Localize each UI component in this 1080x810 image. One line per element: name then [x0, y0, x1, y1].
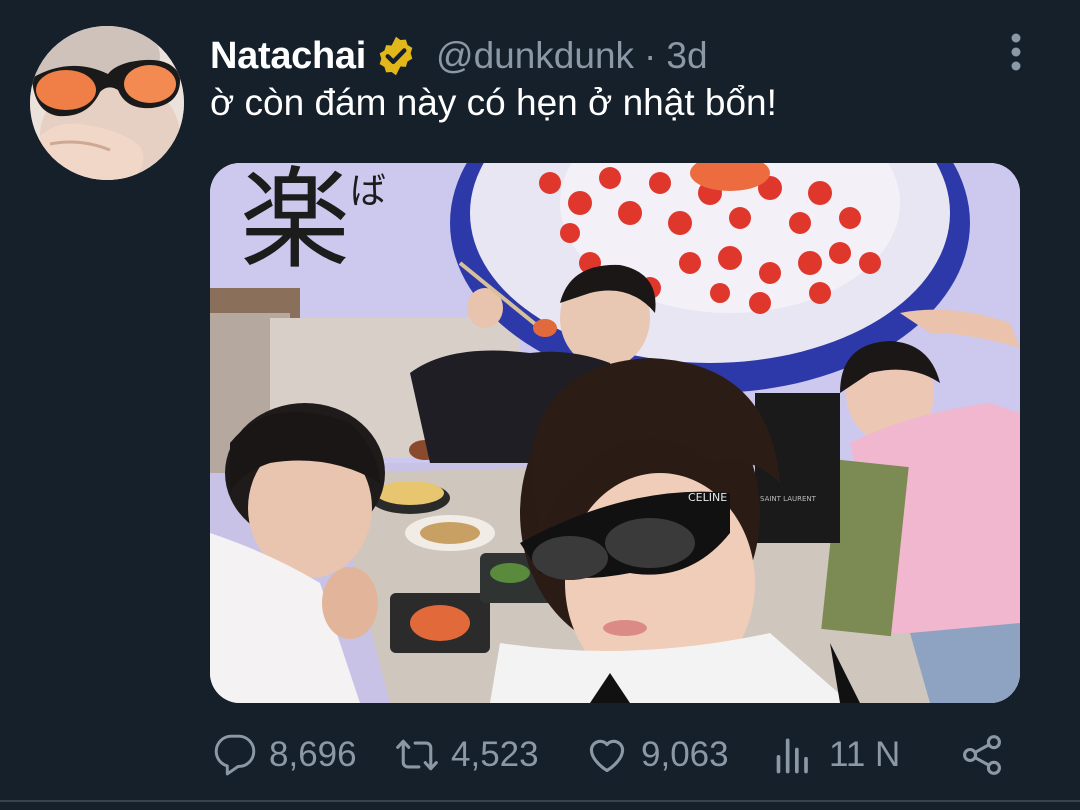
avatar[interactable]: [30, 26, 184, 180]
author-handle[interactable]: @dunkdunk: [436, 35, 634, 77]
action-bar: 8,696 4,523 9,063 11 N: [0, 720, 1080, 790]
timestamp[interactable]: 3d: [666, 35, 707, 77]
divider: [0, 800, 1080, 802]
sign-calligraphy-small: ば: [350, 171, 386, 212]
like-count: 9,063: [641, 735, 729, 774]
tweet-photo[interactable]: 楽 ば SAINT LAURENT CELINE: [210, 163, 1020, 703]
views-button[interactable]: 11 N: [773, 720, 900, 790]
views-count: 11 N: [829, 735, 901, 774]
author-name[interactable]: Natachai: [210, 35, 366, 78]
reply-button[interactable]: 8,696: [213, 720, 357, 790]
reply-count: 8,696: [269, 735, 357, 774]
retweet-button[interactable]: 4,523: [395, 720, 539, 790]
retweet-count: 4,523: [451, 735, 539, 774]
retweet-icon: [395, 733, 439, 777]
tweet-header: Natachai @dunkdunk · 3d: [210, 30, 708, 82]
heart-icon: [585, 733, 629, 777]
separator-dot: ·: [644, 35, 657, 76]
like-button[interactable]: 9,063: [585, 720, 729, 790]
sunglasses-brand-text: CELINE: [688, 491, 727, 504]
bag-brand-text: SAINT LAURENT: [760, 495, 817, 503]
analytics-icon: [773, 733, 817, 777]
tweet-text: ờ còn đám này có hẹn ở nhật bổn!: [210, 82, 777, 123]
share-button[interactable]: [960, 720, 1004, 790]
sign-calligraphy: 楽: [240, 163, 350, 284]
share-icon: [960, 733, 1004, 777]
more-vertical-icon[interactable]: [1004, 30, 1028, 74]
reply-icon: [213, 733, 257, 777]
verified-badge-icon: [374, 34, 418, 78]
tweet[interactable]: Natachai @dunkdunk · 3d ờ còn đám này có…: [0, 0, 1080, 810]
